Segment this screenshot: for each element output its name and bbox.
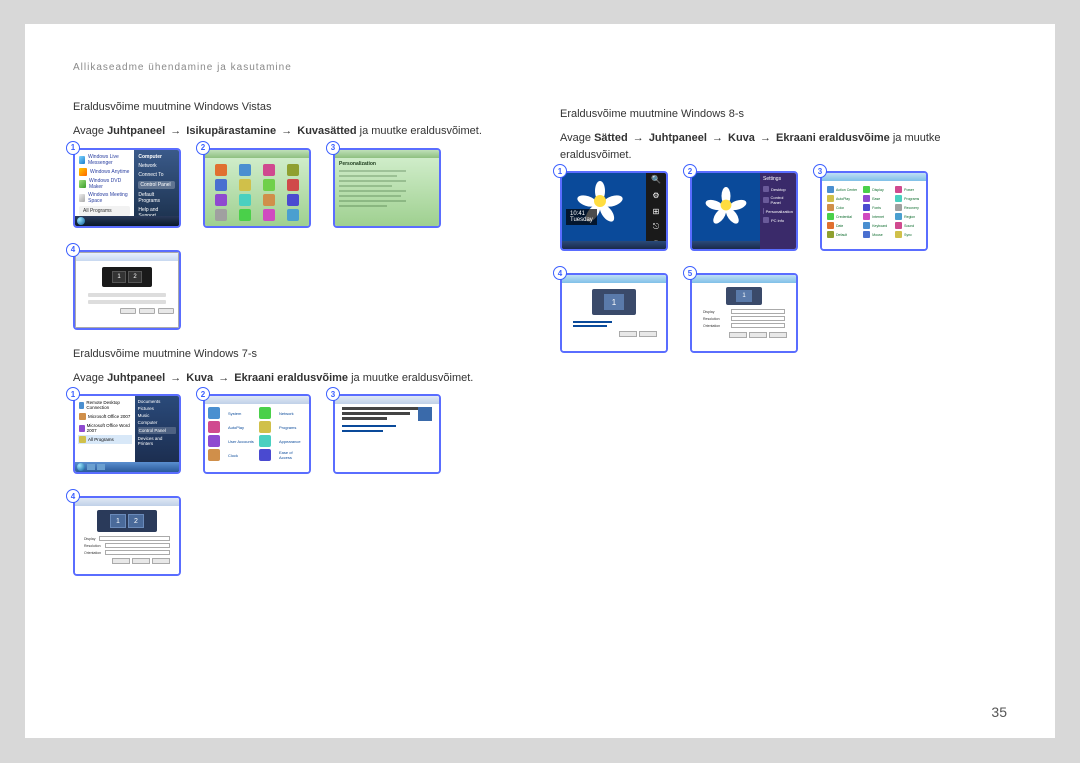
vista-thumb-4: 4 12 bbox=[73, 250, 181, 330]
win7-thumb-2: 2 System Network AutoPlay Programs User … bbox=[203, 394, 311, 474]
win7-thumb-row: 1 Remote Desktop Connection Microsoft Of… bbox=[73, 394, 520, 576]
win7-thumb-3: 3 bbox=[333, 394, 441, 474]
step-badge: 4 bbox=[66, 243, 80, 257]
vista-thumb-2: 2 bbox=[203, 148, 311, 228]
win8-thumb-1: 1 10:41Tuesday 🔍⚙⊞⎋⚙ bbox=[560, 171, 668, 251]
win7-thumb-4: 4 12 Display Resolution Orientation bbox=[73, 496, 181, 576]
step-badge: 1 bbox=[553, 164, 567, 178]
screenshot-vista-resolution: 12 bbox=[73, 250, 181, 330]
win8-thumb-5: 5 1 Display Resolution Orientation bbox=[690, 273, 798, 353]
manual-page: Allikaseadme ühendamine ja kasutamine Er… bbox=[25, 24, 1055, 738]
screenshot-vista-display: Personalization bbox=[333, 148, 441, 228]
vista-section-title: Eraldusvõime muutmine Windows Vistas bbox=[73, 101, 520, 113]
screenshot-win8-cp: Action Center Display Power AutoPlay Eas… bbox=[820, 171, 928, 251]
screenshot-vista-start: Windows Live Messenger Windows Anytime W… bbox=[73, 148, 181, 228]
screenshot-win8-display: 1 bbox=[560, 273, 668, 353]
win8-section-desc: Avage Sätted → Juhtpaneel → Kuva → Ekraa… bbox=[560, 130, 1007, 163]
screenshot-win7-cp: System Network AutoPlay Programs User Ac… bbox=[203, 394, 311, 474]
vista-thumb-3: 3 Personalization bbox=[333, 148, 441, 228]
screenshot-win7-display bbox=[333, 394, 441, 474]
win8-thumb-4: 4 1 bbox=[560, 273, 668, 353]
right-column: Eraldusvõime muutmine Windows 8-s Avage … bbox=[560, 62, 1007, 708]
screenshot-vista-cp bbox=[203, 148, 311, 228]
step-badge: 4 bbox=[66, 489, 80, 503]
win8-thumb-3: 3 Action Center Display Power AutoPlay E… bbox=[820, 171, 928, 251]
step-badge: 3 bbox=[813, 164, 827, 178]
vista-thumb-1: 1 Windows Live Messenger Windows Anytime… bbox=[73, 148, 181, 228]
screenshot-win8-resolution: 1 Display Resolution Orientation bbox=[690, 273, 798, 353]
screenshot-win7-start: Remote Desktop Connection Microsoft Offi… bbox=[73, 394, 181, 474]
step-badge: 4 bbox=[553, 266, 567, 280]
step-badge: 5 bbox=[683, 266, 697, 280]
screenshot-win8-charms: 10:41Tuesday 🔍⚙⊞⎋⚙ bbox=[560, 171, 668, 251]
win7-section-title: Eraldusvõime muutmine Windows 7-s bbox=[73, 348, 520, 360]
left-column: Allikaseadme ühendamine ja kasutamine Er… bbox=[73, 62, 520, 708]
win7-section-desc: Avage Juhtpaneel → Kuva → Ekraani eraldu… bbox=[73, 370, 520, 387]
page-number: 35 bbox=[991, 704, 1007, 720]
win7-thumb-1: 1 Remote Desktop Connection Microsoft Of… bbox=[73, 394, 181, 474]
screenshot-win8-settings: Settings Desktop Control Panel Personali… bbox=[690, 171, 798, 251]
screenshot-win7-resolution: 12 Display Resolution Orientation bbox=[73, 496, 181, 576]
step-badge: 2 bbox=[196, 141, 210, 155]
win8-thumb-row: 1 10:41Tuesday 🔍⚙⊞⎋⚙ bbox=[560, 171, 1007, 353]
step-badge: 3 bbox=[326, 387, 340, 401]
page-header: Allikaseadme ühendamine ja kasutamine bbox=[73, 62, 520, 73]
win8-section-title: Eraldusvõime muutmine Windows 8-s bbox=[560, 108, 1007, 120]
win8-thumb-2: 2 bbox=[690, 171, 798, 251]
step-badge: 3 bbox=[326, 141, 340, 155]
step-badge: 1 bbox=[66, 387, 80, 401]
vista-section-desc: Avage Juhtpaneel → Isikupärastamine → Ku… bbox=[73, 123, 520, 140]
step-badge: 2 bbox=[683, 164, 697, 178]
step-badge: 2 bbox=[196, 387, 210, 401]
vista-thumb-row: 1 Windows Live Messenger Windows Anytime… bbox=[73, 148, 520, 330]
step-badge: 1 bbox=[66, 141, 80, 155]
